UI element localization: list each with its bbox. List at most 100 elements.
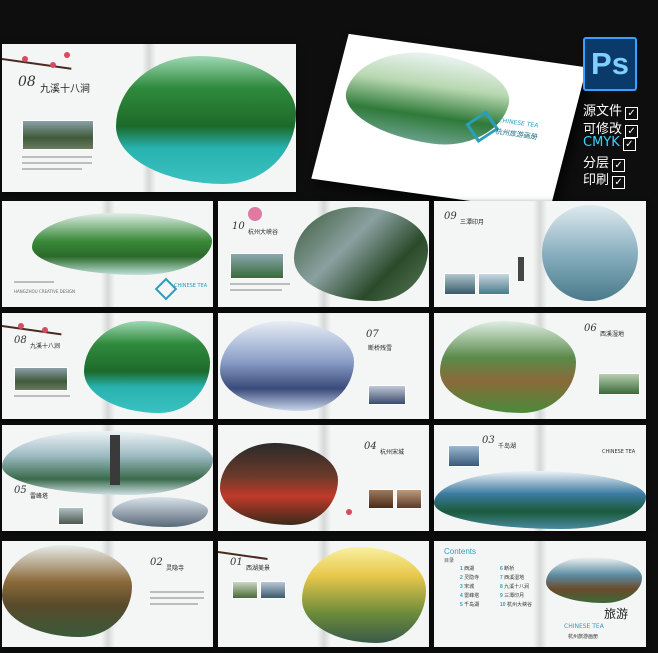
contents-item: 10 杭州大峡谷 xyxy=(500,601,532,608)
stone-pagoda-icon xyxy=(518,257,524,281)
feature-print: 印刷 ✓ xyxy=(583,169,626,189)
hero-spread: 08 九溪十八涧 xyxy=(2,44,296,192)
contents-item: 8 九溪十八涧 xyxy=(500,583,529,590)
spread-grand-canyon: 10 杭州大峡谷 xyxy=(218,201,429,307)
cover-cn-title: 杭州旅游画册 xyxy=(494,127,539,142)
body-text-line xyxy=(150,603,198,605)
chapter-number: 06 xyxy=(584,323,597,334)
body-text-line xyxy=(150,597,204,599)
contents-heading: Contents xyxy=(444,547,477,556)
body-text-line xyxy=(230,283,290,285)
forest-lake-photo xyxy=(84,321,210,413)
chapter-title: 千岛湖 xyxy=(498,443,517,450)
banyan-tree-photo xyxy=(32,213,212,275)
forest-lake-photo xyxy=(116,56,296,184)
song-city-photo xyxy=(220,443,338,525)
magnolia-flower xyxy=(248,207,262,221)
spread-nine-streams: 08 九溪十八涧 xyxy=(2,313,213,419)
pagoda-icon xyxy=(110,435,120,485)
credit-text: HANGZHOU CREATIVE DESIGN xyxy=(14,289,76,294)
plum-blossom xyxy=(346,509,352,515)
chapter-number: 09 xyxy=(444,211,457,222)
sunset-pavilion-photo xyxy=(302,547,426,643)
contents-number: 3 xyxy=(460,584,463,590)
spread-west-lake: 01 西湖美景 xyxy=(218,541,429,647)
plum-branch xyxy=(2,58,72,70)
brand-text: CHINESE TEA xyxy=(564,623,604,630)
pavilion-lake-photo xyxy=(546,557,642,603)
pagoda-landscape-photo xyxy=(2,431,213,495)
chapter-number: 05 xyxy=(14,485,27,496)
chapter-title: 九溪十八涧 xyxy=(30,343,61,350)
contents-number: 4 xyxy=(460,593,463,599)
spread-contents: Contents 目录 1 西湖 2 灵隐寺 3 宋城 4 雷峰塔 5 千岛湖 … xyxy=(434,541,646,647)
feature-cmyk: CMYK ✓ xyxy=(583,135,636,151)
chapter-number: 08 xyxy=(18,74,36,90)
pavilion-photo xyxy=(22,120,94,150)
plum-blossom xyxy=(22,56,28,62)
song-city-photo-b xyxy=(396,489,422,509)
contents-label: 西溪湿地 xyxy=(504,575,525,581)
contents-item: 4 雷峰塔 xyxy=(460,592,479,599)
plum-branch xyxy=(2,325,62,336)
chapter-number: 10 xyxy=(232,221,245,232)
lake-photo-b xyxy=(478,273,510,295)
spread-leifeng-pagoda: 05 雷峰塔 xyxy=(2,425,213,531)
chapter-title: 断桥残雪 xyxy=(368,345,393,352)
lake-photo-a xyxy=(448,445,480,467)
west-lake-photo-b xyxy=(260,581,286,599)
contents-item: 9 三潭印月 xyxy=(500,592,524,599)
contents-label: 雷峰塔 xyxy=(464,593,480,599)
chapter-title: 灵隐寺 xyxy=(166,565,185,572)
canyon-photo-small xyxy=(230,253,284,279)
contents-number: 7 xyxy=(500,575,503,581)
plum-branch xyxy=(218,551,268,560)
contents-item: 7 西溪湿地 xyxy=(500,574,524,581)
circle-lake-photo xyxy=(542,205,638,301)
feature-source-file: 源文件 ✓ xyxy=(583,100,639,120)
chapter-title: 杭州宋城 xyxy=(380,449,405,456)
credit-line xyxy=(14,281,54,283)
contents-item: 2 灵隐寺 xyxy=(460,574,479,581)
island-lake-photo xyxy=(434,471,646,529)
check-icon: ✓ xyxy=(622,138,636,151)
plum-blossom xyxy=(50,62,56,68)
contents-number: 1 xyxy=(460,566,463,572)
contents-number: 2 xyxy=(460,575,463,581)
chapter-title: 雷峰塔 xyxy=(30,493,49,500)
body-text-line xyxy=(22,168,82,170)
contents-label: 断桥 xyxy=(504,566,515,572)
contents-sub: 目录 xyxy=(444,558,455,564)
spread-thousand-island-lake: 03 千岛湖 CHINESE TEA xyxy=(434,425,646,531)
plum-blossom xyxy=(18,323,24,329)
photoshop-logo-icon: Ps xyxy=(583,37,637,91)
contents-label: 灵隐寺 xyxy=(464,575,480,581)
spread-broken-bridge: 07 断桥残雪 xyxy=(218,313,429,419)
chapter-number: 03 xyxy=(482,435,495,446)
contents-item: 3 宋城 xyxy=(460,583,474,590)
feature-label: 源文件 xyxy=(583,104,623,119)
chapter-title: 三潭印月 xyxy=(460,219,485,226)
plum-blossom xyxy=(42,327,48,333)
chapter-number: 08 xyxy=(14,335,27,346)
bridge-lake-photo xyxy=(112,497,208,527)
snow-pavilion-photo xyxy=(220,321,354,411)
spread-xixi-wetland: 06 西溪湿地 xyxy=(434,313,646,419)
cover-bridge-photo xyxy=(336,43,519,153)
brand-text-cn: 杭州旅游画册 xyxy=(568,634,599,640)
feature-label: 印刷 xyxy=(583,173,610,188)
body-text-line xyxy=(14,395,70,397)
chapter-title: 西湖美景 xyxy=(246,565,271,572)
contents-label: 千岛湖 xyxy=(464,602,480,608)
wetland-photo xyxy=(598,373,640,395)
contents-item: 6 断桥 xyxy=(500,565,514,572)
west-lake-photo-a xyxy=(232,581,258,599)
feature-label: CMYK xyxy=(583,135,620,150)
chapter-title: 九溪十八涧 xyxy=(40,84,90,95)
spread-lingyin-temple: 02 灵隐寺 xyxy=(2,541,213,647)
body-text-line xyxy=(150,591,204,593)
body-text-line xyxy=(22,156,92,158)
brand-text: CHINESE TEA xyxy=(602,449,636,455)
chapter-title: 西溪湿地 xyxy=(600,331,625,338)
contents-number: 10 xyxy=(500,602,506,608)
